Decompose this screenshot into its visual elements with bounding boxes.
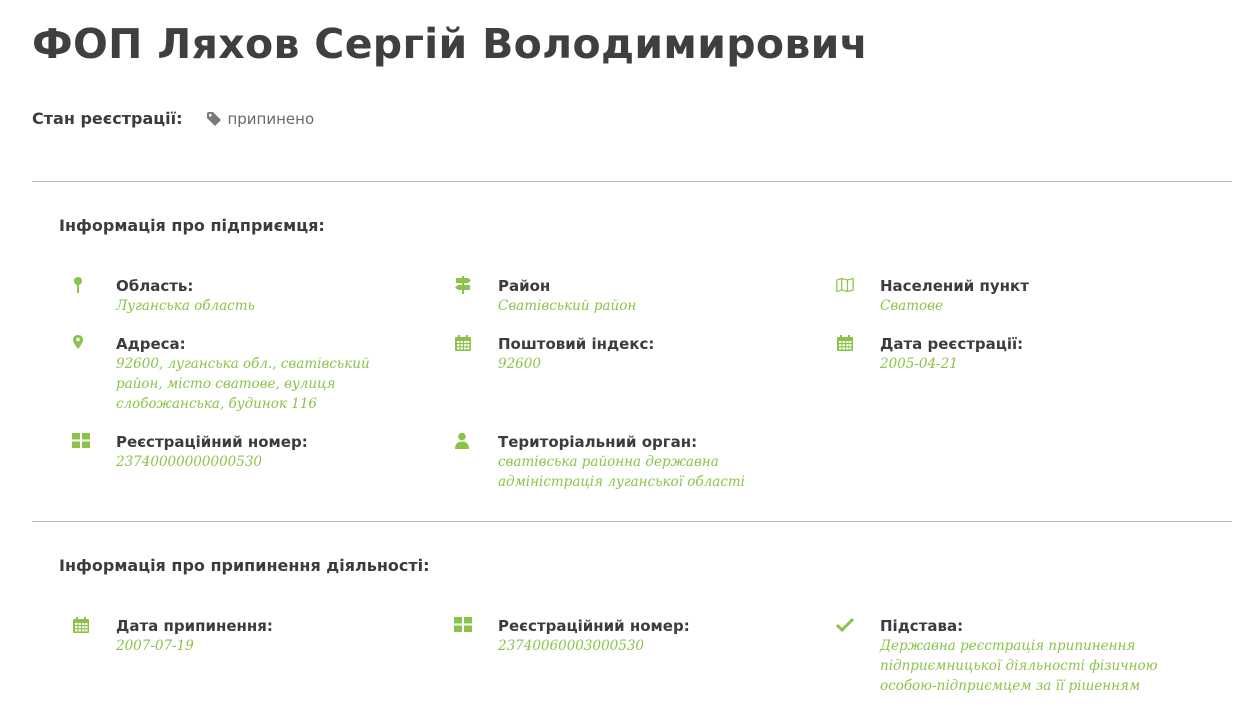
field-label: Підстава: (880, 617, 964, 635)
field-registration-date: Дата реєстрації: 2005-04-21 (837, 334, 1190, 374)
status-value: припинено (227, 109, 315, 128)
field-registration-number: Реєстраційний номер: 23740000000000530 (72, 432, 426, 472)
map-icon (836, 277, 854, 293)
field-region: Область: Луганська область (74, 276, 426, 316)
field-label: Реєстраційний номер: (116, 433, 308, 451)
map-marker-pin-icon (74, 277, 82, 293)
field-termination-date: Дата припинення: 2007-07-19 (73, 616, 426, 656)
grid-icon (72, 433, 90, 448)
field-territorial-body: Територіальний орган: сватівська районна… (455, 432, 808, 492)
field-label: Територіальний орган: (498, 433, 698, 451)
field-label: Реєстраційний номер: (498, 617, 690, 635)
location-pin-icon (73, 335, 83, 349)
field-address: Адреса: 92600, луганська обл., сватівськ… (73, 334, 416, 414)
calendar-icon (837, 335, 853, 351)
user-icon (455, 432, 469, 449)
field-label: Населений пункт (880, 277, 1029, 295)
field-label: Дата припинення: (116, 617, 273, 635)
field-postal-code: Поштовий індекс: 92600 (455, 334, 808, 374)
tag-icon (207, 111, 222, 126)
check-icon (836, 617, 854, 633)
field-label: Район (498, 277, 551, 295)
field-label: Дата реєстрації: (880, 335, 1024, 353)
grid-icon (454, 617, 472, 632)
signpost-icon (455, 276, 471, 294)
field-value: 2005-04-21 (880, 356, 958, 372)
field-value: сватівська районна державна адміністраці… (498, 454, 745, 490)
section-title-termination: Інформація про припинення діяльності: (59, 556, 430, 575)
field-label: Адреса: (116, 335, 186, 353)
divider (32, 521, 1232, 522)
field-value: 23740060003000530 (498, 638, 645, 654)
field-locality: Населений пункт Сватове (836, 276, 1190, 316)
field-value: 2007-07-19 (116, 638, 194, 654)
registration-status: Стан реєстрації: припинено (32, 109, 314, 128)
field-value: Сватівський район (498, 298, 637, 314)
field-value: 92600, луганська обл., сватівський район… (116, 356, 370, 412)
field-value: Луганська область (116, 298, 255, 314)
field-value: Державна реєстрація припинення підприємн… (880, 638, 1158, 694)
field-basis: Підстава: Державна реєстрація припинення… (836, 616, 1160, 696)
divider (32, 181, 1232, 182)
status-label: Стан реєстрації: (32, 109, 183, 128)
field-value: 92600 (498, 356, 541, 372)
calendar-icon (455, 335, 471, 351)
field-value: 23740000000000530 (116, 454, 263, 470)
field-label: Область: (116, 277, 194, 295)
calendar-icon (73, 617, 89, 633)
field-termination-registration-number: Реєстраційний номер: 23740060003000530 (454, 616, 808, 656)
field-district: Район Сватівський район (455, 276, 808, 316)
page-title: ФОП Ляхов Сергій Володимирович (32, 20, 869, 68)
field-label: Поштовий індекс: (498, 335, 655, 353)
section-title-enterprise: Інформація про підприємця: (59, 216, 325, 235)
status-badge: припинено (206, 110, 314, 128)
field-value: Сватове (880, 298, 944, 314)
